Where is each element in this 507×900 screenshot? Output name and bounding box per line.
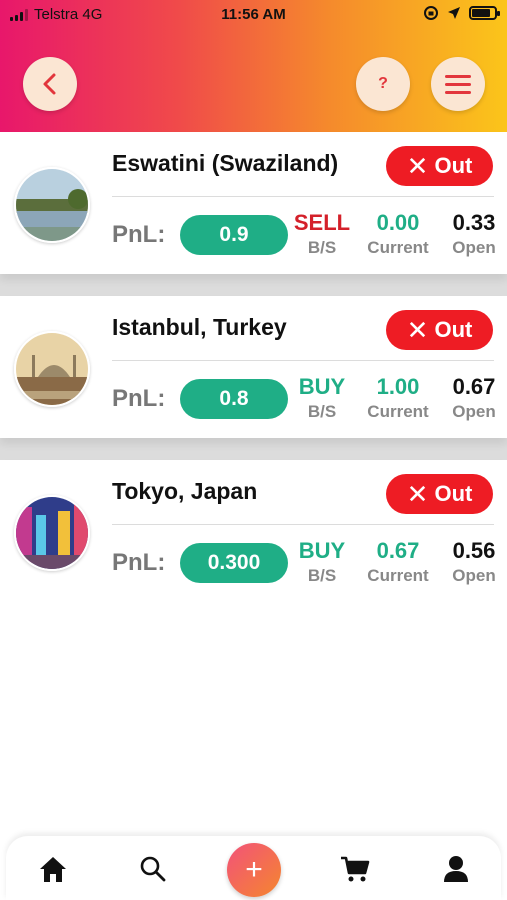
add-icon: + (245, 853, 263, 886)
side-label: B/S (307, 566, 337, 585)
status-right (423, 5, 500, 21)
position-card: Istanbul, Turkey ✕ Out PnL: 0.8 BUY B/S … (0, 296, 507, 438)
tab-search[interactable] (136, 852, 170, 886)
current-label: Current (367, 402, 429, 421)
menu-button[interactable] (431, 57, 485, 111)
side-value: BUY (298, 374, 346, 399)
current-value: 0.67 (376, 538, 420, 563)
open-label: Open (452, 402, 496, 421)
open-label: Open (452, 566, 496, 585)
home-icon (40, 857, 66, 882)
search-icon (140, 856, 166, 882)
mosque-image (16, 333, 88, 405)
add-button[interactable]: + (227, 843, 281, 897)
back-button[interactable] (23, 57, 77, 111)
city-name: Eswatini (Swaziland) (112, 150, 339, 176)
divider (112, 360, 494, 361)
bottom-tab-bar: + (6, 836, 501, 900)
side-label: B/S (307, 402, 337, 421)
side-value: BUY (298, 538, 346, 563)
current-column: 0.00 Current (360, 210, 436, 258)
open-column: 0.56 Open (446, 538, 502, 586)
help-label: ? (378, 75, 388, 92)
side-column: BUY B/S (292, 538, 352, 586)
out-button[interactable]: ✕ Out (386, 146, 493, 186)
position-card: Tokyo, Japan ✕ Out PnL: 0.300 BUY B/S 0.… (0, 460, 507, 602)
side-column: BUY B/S (292, 374, 352, 422)
pnl-label: PnL: (112, 221, 166, 248)
current-label: Current (367, 238, 429, 257)
pnl-label: PnL: (112, 385, 166, 412)
open-value: 0.56 (452, 538, 496, 563)
card-separator (0, 438, 507, 460)
out-label: Out (434, 317, 473, 342)
open-value: 0.67 (452, 374, 496, 399)
card-separator (0, 274, 507, 296)
open-value: 0.33 (452, 210, 496, 235)
help-button[interactable]: ? (356, 57, 410, 111)
cart-icon (341, 856, 370, 882)
open-label: Open (452, 238, 496, 257)
pnl-value-badge: 0.9 (180, 215, 288, 255)
current-column: 0.67 Current (360, 538, 436, 586)
divider (112, 524, 494, 525)
side-value: SELL (293, 210, 351, 235)
pnl-value-badge: 0.8 (180, 379, 288, 419)
tab-cart[interactable] (338, 852, 372, 886)
out-button[interactable]: ✕ Out (386, 474, 493, 514)
close-icon: ✕ (406, 315, 429, 345)
status-bar: Telstra 4G 11:56 AM (0, 0, 507, 30)
current-column: 1.00 Current (360, 374, 436, 422)
out-label: Out (434, 153, 473, 178)
current-value: 1.00 (376, 374, 420, 399)
lake-image (16, 169, 88, 241)
side-label: B/S (307, 238, 337, 257)
current-value: 0.00 (376, 210, 420, 235)
out-label: Out (434, 481, 473, 506)
app-header: Telstra 4G 11:56 AM ? (0, 0, 507, 132)
pnl-value-badge: 0.300 (180, 543, 288, 583)
tab-profile[interactable] (439, 852, 473, 886)
location-icon (448, 7, 460, 19)
city-photo (14, 167, 90, 243)
city-photo (14, 495, 90, 571)
city-name: Istanbul, Turkey (112, 314, 287, 340)
tab-home[interactable] (36, 852, 70, 886)
divider (112, 196, 494, 197)
battery-level (472, 9, 490, 17)
user-icon (444, 856, 468, 882)
open-column: 0.33 Open (446, 210, 502, 258)
out-button[interactable]: ✕ Out (386, 310, 493, 350)
hamburger-icon (445, 74, 471, 94)
battery-icon (469, 6, 500, 20)
city-photo (14, 331, 90, 407)
current-label: Current (367, 566, 429, 585)
close-icon: ✕ (406, 151, 429, 181)
chevron-left-icon (43, 73, 56, 95)
position-card: Eswatini (Swaziland) ✕ Out PnL: 0.9 SELL… (0, 132, 507, 274)
city-street-image (16, 497, 88, 569)
rotation-lock-icon (424, 6, 438, 20)
open-column: 0.67 Open (446, 374, 502, 422)
city-name: Tokyo, Japan (112, 478, 258, 504)
side-column: SELL B/S (292, 210, 352, 258)
pnl-label: PnL: (112, 549, 166, 576)
close-icon: ✕ (406, 479, 429, 509)
